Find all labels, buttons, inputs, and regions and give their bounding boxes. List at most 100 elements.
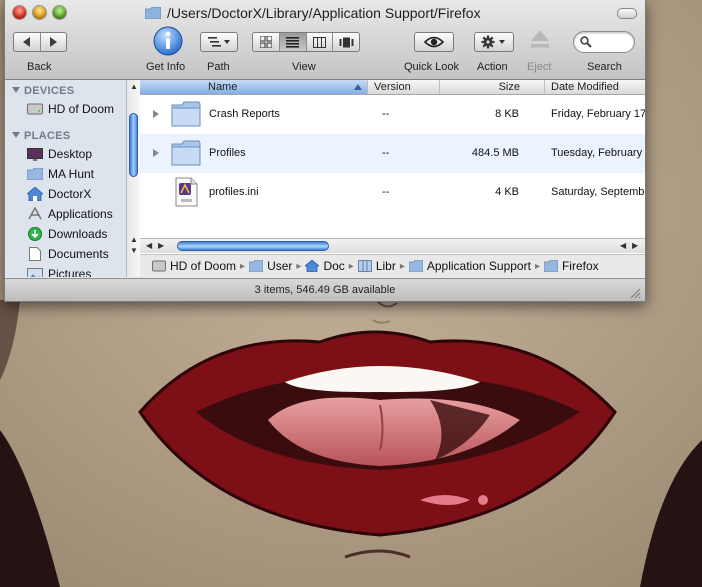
column-header-date-modified[interactable]: Date Modified: [545, 80, 645, 94]
eject-label: Eject: [527, 61, 552, 73]
sidebar-scrollbar[interactable]: ▲ ▲ ▼: [126, 80, 140, 277]
file-date-modified: Friday, February 17,: [551, 108, 646, 120]
action-button[interactable]: [474, 32, 514, 52]
list-view-button[interactable]: [279, 33, 307, 51]
sidebar-scroll-thumb[interactable]: [129, 113, 138, 177]
sidebar-item-label: Downloads: [48, 227, 108, 241]
action-label: Action: [477, 61, 508, 73]
devices-header: DEVICES: [24, 85, 75, 97]
list-lines-icon: [286, 36, 300, 48]
desktop-icon: [27, 147, 43, 161]
home-icon: [27, 187, 43, 201]
path-crumb-label: Application Support: [426, 259, 531, 273]
sidebar-item-desktop[interactable]: Desktop: [27, 145, 92, 163]
sidebar-item-applications[interactable]: Applications: [27, 205, 113, 223]
icon-view-button[interactable]: [253, 33, 280, 51]
sidebar-section-devices[interactable]: DEVICES: [12, 85, 74, 97]
disclosure-triangle-icon[interactable]: [153, 110, 159, 118]
sidebar-item-doctorx[interactable]: DoctorX: [27, 185, 91, 203]
library-icon: [357, 260, 372, 272]
file-row-profiles[interactable]: Profiles -- 484.5 MB Tuesday, February 1: [140, 134, 645, 173]
folder-icon: [27, 167, 43, 181]
file-version: --: [382, 186, 390, 198]
file-size: 484.5 MB: [471, 147, 519, 159]
column-header-label: Size: [498, 81, 520, 93]
path-crumb-hd-of-doom[interactable]: HD of Doom: [152, 259, 236, 273]
window-toolbar: /Users/DoctorX/Library/Application Suppo…: [5, 0, 645, 80]
path-bar: HD of Doom ▸ User ▸ Doc ▸ Libr ▸ Applica…: [140, 254, 645, 277]
scroll-up-icon[interactable]: ▲: [130, 82, 138, 91]
sidebar-section-places[interactable]: PLACES: [12, 130, 70, 142]
downloads-icon: [27, 227, 43, 241]
status-bar: 3 items, 546.49 GB available: [5, 278, 645, 301]
file-name: profiles.ini: [209, 186, 259, 198]
hard-drive-icon: [152, 260, 166, 272]
chevron-right-icon: ▸: [296, 260, 302, 272]
file-name: Profiles: [209, 147, 246, 159]
home-icon: [305, 260, 320, 272]
sidebar-item-downloads[interactable]: Downloads: [27, 225, 107, 243]
sidebar-item-ma-hunt[interactable]: MA Hunt: [27, 165, 94, 183]
sidebar-item-pictures[interactable]: Pictures: [27, 265, 91, 277]
chevron-right-icon: ▸: [348, 260, 354, 272]
column-header-label: Date Modified: [551, 81, 619, 93]
column-header-version[interactable]: Version: [368, 80, 440, 94]
icon-grid-icon: [259, 36, 272, 48]
scroll-down-icon[interactable]: ▼: [130, 246, 138, 255]
file-row-crash-reports[interactable]: Crash Reports -- 8 KB Friday, February 1…: [140, 95, 645, 134]
forward-button[interactable]: [41, 33, 67, 51]
path-crumb-application-support[interactable]: Application Support: [408, 259, 531, 273]
scroll-left-icon[interactable]: ◀: [146, 241, 152, 250]
scroll-right-icon[interactable]: ▶: [158, 241, 164, 250]
disclosure-triangle-icon: [12, 132, 20, 138]
path-crumb-library[interactable]: Libr: [357, 259, 396, 273]
chevron-right-icon: ▸: [399, 260, 405, 272]
search-label: Search: [587, 61, 622, 73]
back-button[interactable]: [14, 33, 41, 51]
horizontal-scrollbar[interactable]: ◀ ▶ ◀ ▶: [140, 238, 645, 253]
horizontal-scroll-thumb[interactable]: [177, 241, 329, 251]
column-header-size[interactable]: Size: [440, 80, 545, 94]
finder-window: /Users/DoctorX/Library/Application Suppo…: [4, 0, 646, 302]
hard-drive-icon: [27, 102, 43, 116]
view-mode-control: [252, 32, 360, 52]
search-field[interactable]: [573, 31, 635, 53]
document-icon: [27, 247, 43, 261]
close-button[interactable]: [13, 6, 26, 19]
file-size: 4 KB: [495, 186, 519, 198]
path-crumb-firefox[interactable]: Firefox: [543, 259, 599, 273]
info-icon[interactable]: [152, 25, 184, 57]
zoom-button[interactable]: [53, 6, 66, 19]
path-crumb-users[interactable]: User: [249, 259, 292, 273]
applications-icon: [27, 207, 43, 221]
minimize-button[interactable]: [33, 6, 46, 19]
chevron-right-icon: ▸: [534, 260, 540, 272]
column-view-button[interactable]: [307, 33, 334, 51]
chevron-right-icon: ▸: [240, 260, 246, 272]
column-header-name[interactable]: Name: [140, 80, 368, 94]
scroll-left-icon[interactable]: ◀: [620, 241, 626, 250]
magnifier-icon: [580, 36, 592, 48]
status-text: 3 items, 546.49 GB available: [254, 284, 396, 296]
column-header-label: Name: [208, 81, 238, 93]
cover-flow-button[interactable]: [333, 33, 359, 51]
file-row-profiles-ini[interactable]: profiles.ini -- 4 KB Saturday, September: [140, 173, 645, 212]
path-button[interactable]: [200, 32, 238, 52]
file-list: Name Version Size Date Modified Crash Re…: [140, 80, 645, 277]
scroll-up-icon[interactable]: ▲: [130, 235, 138, 244]
file-version: --: [382, 147, 390, 159]
resize-grip-icon[interactable]: [629, 287, 641, 299]
quick-look-button[interactable]: [414, 32, 454, 52]
disclosure-triangle-icon[interactable]: [153, 149, 159, 157]
sidebar-item-label: DoctorX: [48, 187, 92, 201]
gear-icon: [481, 35, 505, 49]
path-crumb-doctorx[interactable]: Doc: [305, 259, 345, 273]
back-forward-control: [13, 32, 67, 52]
path-crumb-label: Firefox: [561, 259, 599, 273]
toolbar-toggle-button[interactable]: [617, 8, 637, 19]
sidebar-item-documents[interactable]: Documents: [27, 245, 109, 263]
sidebar-item-label: Applications: [48, 207, 113, 221]
sidebar-item-hd-of-doom[interactable]: HD of Doom: [27, 100, 114, 118]
scroll-right-icon[interactable]: ▶: [632, 241, 638, 250]
search-input[interactable]: [594, 34, 634, 51]
